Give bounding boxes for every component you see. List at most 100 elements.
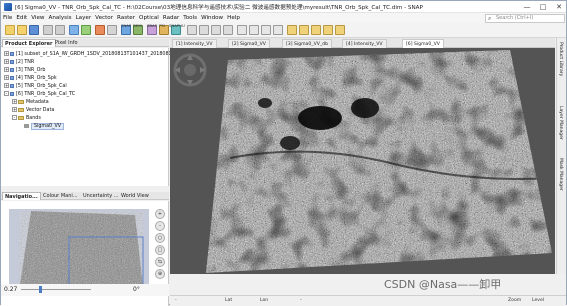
batch-processing-icon[interactable] [81,25,91,35]
tree-product-1[interactable]: + [1] subset_of_S1A_IW_GRDH_1SDV_20180813… [4,51,184,59]
close-button[interactable]: ✕ [551,1,567,13]
expand-icon[interactable]: + [4,83,9,88]
expand-icon[interactable]: + [4,75,9,80]
toolbar-label-psi: PSI [159,23,165,28]
draw-ellipse-icon[interactable] [335,25,345,35]
navigation-thumbnail[interactable] [9,209,149,293]
toolbar-label-snaphu: SNAPHU [169,23,185,28]
view-tab-sigma0-vv-6[interactable]: [6] Sigma0_VV [402,39,444,48]
tab-world-view[interactable]: World View [119,192,151,200]
folder-icon [18,115,24,120]
menu-layer[interactable]: Layer [74,13,94,23]
zoom-in-icon[interactable] [187,25,197,35]
tree-product-2[interactable]: + [2] TNR [4,59,34,67]
open-product-icon[interactable] [17,25,27,35]
tab-colour-manipulation[interactable]: Colour Mani... [41,192,80,200]
product-icon [10,51,14,56]
tab-uncertainty[interactable]: Uncertainty ... [81,192,121,200]
band-maths-icon[interactable] [95,25,105,35]
menu-window[interactable]: Window [199,13,225,23]
sync-views-button[interactable]: ⇆ [155,257,165,267]
tree-band-sigma0-vv[interactable]: Sigma0_VV [24,123,65,131]
collapse-icon[interactable]: - [12,115,17,120]
zoom-pixel-button[interactable]: ○ [155,233,165,243]
expand-icon[interactable]: + [12,99,17,104]
tab-pixel-info[interactable]: Pixel Info [53,39,80,47]
tab-product-explorer[interactable]: Product Explorer [2,39,56,47]
menu-tools[interactable]: Tools [181,13,199,23]
menu-bar: File Edit View Analysis Layer Vector Raster Opt… [1,13,566,23]
range-finder-icon[interactable] [249,25,259,35]
tree-bands-label: Bands [26,116,41,121]
zoom-slider-track[interactable] [21,289,91,290]
pin-tool-icon[interactable] [261,25,271,35]
toolbar: SNAP DEM SBAS PSI SNAPHU [1,23,566,38]
tree-metadata[interactable]: + Metadata [12,99,49,107]
zoom-all-button[interactable]: □ [155,245,165,255]
sar-image[interactable] [170,48,555,274]
view-tab-sigma0-vv-db-3[interactable]: [3] Sigma0_VV_db [282,39,332,48]
tree-product-2-num: [2] [16,60,23,65]
menu-radar[interactable]: Radar [161,13,181,23]
zoom-all-icon[interactable] [211,25,221,35]
zoom-out-icon[interactable] [199,25,209,35]
layer-manager-tab[interactable]: Layer Manager [558,106,563,140]
tree-product-3-name: TNR_Orb [24,68,46,73]
select-tool-icon[interactable] [237,25,247,35]
draw-line-icon[interactable] [287,25,297,35]
menu-analysis[interactable]: Analysis [47,13,74,23]
tree-product-6[interactable]: - [6] TNR_Orb_Spk_Cal_TC [4,91,75,99]
expand-icon[interactable]: + [12,107,17,112]
zoom-in-button[interactable]: + [155,209,165,219]
view-tab-sigma0-vv-2[interactable]: [2] Sigma0_VV [228,39,270,48]
save-product-icon[interactable] [29,25,39,35]
gcp-tool-icon[interactable] [273,25,283,35]
draw-polyline-icon[interactable] [299,25,309,35]
menu-optical[interactable]: Optical [137,13,161,23]
menu-help[interactable]: Help [225,13,242,23]
tree-product-4[interactable]: + [4] TNR_Orb_Spk [4,75,57,83]
expand-icon[interactable]: + [4,59,9,64]
navigation-tabs: Navigatio... Colour Mani... Uncertainty … [1,192,169,200]
zoom-out-button[interactable]: - [155,221,165,231]
tab-navigation[interactable]: Navigatio... [2,192,41,200]
zoom-factor-field[interactable]: 0.27 [4,286,17,293]
menu-raster[interactable]: Raster [115,13,137,23]
collapse-icon[interactable]: - [4,91,9,96]
draw-rectangle-icon[interactable] [311,25,321,35]
menu-vector[interactable]: Vector [93,13,115,23]
pan-icon[interactable] [223,25,233,35]
folder-icon [18,107,24,112]
menu-view[interactable]: View [29,13,46,23]
expand-icon[interactable]: + [4,67,9,72]
info-icon[interactable] [107,25,117,35]
zoom-slider-handle[interactable] [39,286,42,293]
image-view[interactable] [170,48,555,274]
product-library-tab[interactable]: Product Library [558,42,563,76]
search-input[interactable]: ⌕ Search (Ctrl+I) [485,13,565,23]
menu-file[interactable]: File [1,13,14,23]
graph-builder-icon[interactable] [69,25,79,35]
expand-icon[interactable]: + [4,51,9,56]
undo-icon[interactable] [43,25,53,35]
band-icon [24,123,29,128]
view-tab-intensity-vv-4[interactable]: [4] Intensity_VV [342,39,387,48]
view-tab-intensity-vv-1[interactable]: [1] Intensity_VV [172,39,217,48]
search-icon: ⌕ [488,14,492,22]
tree-product-1-num: [1] [16,52,23,57]
maximize-button[interactable]: □ [535,1,551,13]
minimize-button[interactable]: — [519,1,535,13]
draw-polygon-icon[interactable] [323,25,333,35]
redo-icon[interactable] [55,25,65,35]
tree-vector-data[interactable]: + Vector Data [12,107,54,115]
compass-rose-icon[interactable] [173,53,207,87]
watermark-text: CSDN @Nasa——卸甲 [384,278,502,291]
new-product-icon[interactable] [5,25,15,35]
menu-edit[interactable]: Edit [14,13,29,23]
mask-manager-tab[interactable]: Mask Manager [558,158,563,191]
rotation-field[interactable]: 0° [133,286,140,293]
tree-bands[interactable]: - Bands [12,115,41,123]
tree-product-5[interactable]: + [5] TNR_Orb_Spk_Cal [4,83,67,91]
tree-product-3[interactable]: + [3] TNR_Orb [4,67,45,75]
sync-cursor-button[interactable]: ⊕ [155,269,165,279]
